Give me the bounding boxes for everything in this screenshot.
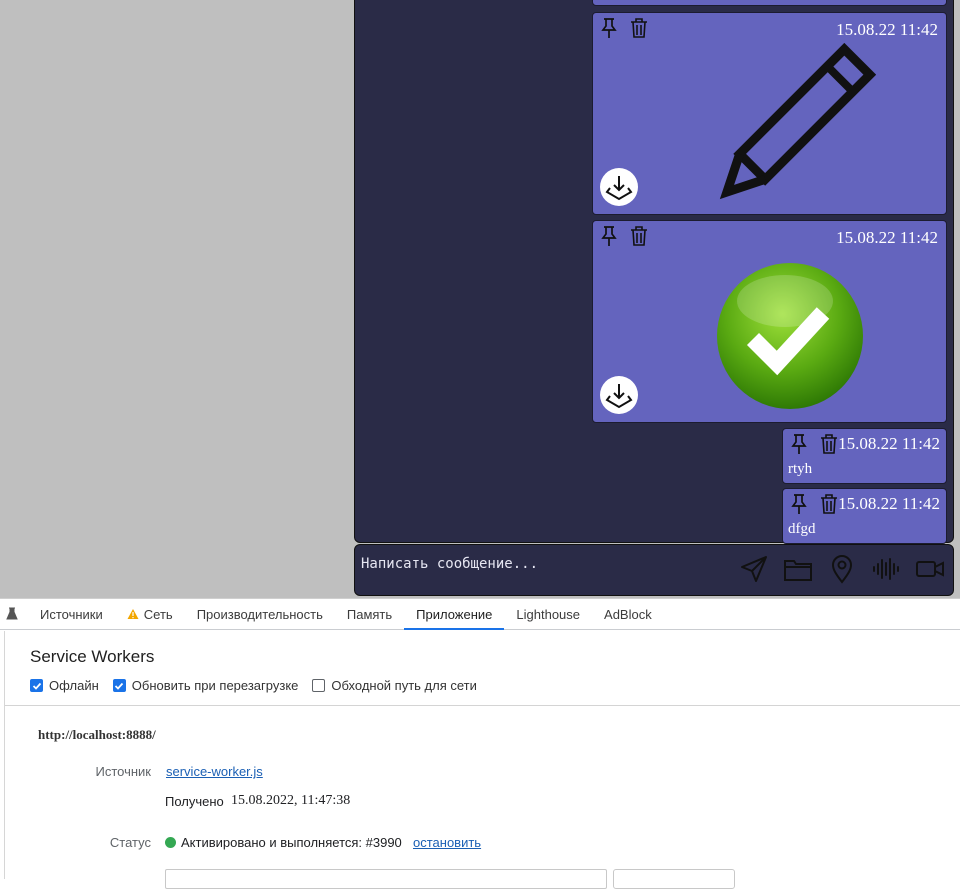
received-label: Получено — [165, 794, 224, 809]
source-label: Источник — [95, 764, 152, 779]
page-viewport: 15.08.22 11:42 15.08.22 11:42 15.08.22 1… — [0, 0, 960, 598]
chat-message-partial — [592, 0, 947, 6]
trash-icon[interactable] — [819, 493, 839, 515]
stop-worker-link[interactable]: остановить — [413, 835, 481, 850]
source-link[interactable]: service-worker.js — [166, 764, 263, 779]
green-checkmark-image — [717, 263, 863, 409]
warning-icon — [127, 609, 139, 619]
status-indicator-icon — [165, 837, 176, 848]
checkbox-label: Обходной путь для сети — [331, 678, 477, 693]
message-text: rtyh — [788, 461, 813, 477]
received-value: 15.08.2022, 11:47:38 — [231, 793, 351, 808]
push-button[interactable] — [613, 869, 735, 889]
download-button[interactable] — [600, 168, 638, 206]
pencil-image — [719, 43, 876, 200]
status-value: Активировано и выполняется: #3990 — [165, 835, 402, 850]
message-composer — [354, 544, 954, 596]
service-worker-options: Офлайн Обновить при перезагрузке Обходно… — [30, 678, 477, 693]
message-timestamp: 15.08.22 11:42 — [838, 494, 940, 513]
chat-message-image: 15.08.22 11:42 — [592, 12, 947, 215]
section-title: Service Workers — [30, 647, 155, 666]
chat-message-area[interactable]: 15.08.22 11:42 15.08.22 11:42 15.08.22 1… — [354, 0, 954, 544]
send-icon[interactable] — [739, 554, 769, 584]
folder-icon[interactable] — [783, 554, 813, 584]
worker-origin: http://localhost:8888/ — [38, 727, 156, 742]
update-on-reload-checkbox[interactable]: Обновить при перезагрузке — [112, 678, 299, 693]
trash-icon[interactable] — [629, 225, 649, 247]
tab-memory[interactable]: Память — [335, 599, 404, 630]
bypass-network-checkbox[interactable]: Обходной путь для сети — [312, 678, 477, 693]
message-input[interactable] — [361, 551, 741, 577]
checkbox-label: Офлайн — [49, 678, 99, 693]
checkbox-checked-icon — [30, 679, 43, 692]
trash-icon[interactable] — [629, 17, 649, 39]
message-timestamp: 15.08.22 11:42 — [836, 228, 938, 247]
pin-icon[interactable] — [789, 493, 809, 515]
devtools-tab-bar: Источники Сеть Производительность Память… — [0, 599, 960, 630]
devtools-panel: Источники Сеть Производительность Память… — [0, 598, 960, 889]
flask-icon[interactable] — [0, 599, 24, 630]
checkbox-unchecked-icon — [312, 679, 326, 692]
tab-lighthouse[interactable]: Lighthouse — [504, 599, 592, 630]
tab-sources[interactable]: Источники — [28, 599, 115, 630]
pin-icon[interactable] — [599, 225, 619, 247]
tab-adblock[interactable]: AdBlock — [592, 599, 664, 630]
chat-message-text: 15.08.22 11:42 rtyh — [782, 428, 947, 484]
tab-performance[interactable]: Производительность — [185, 599, 335, 630]
download-button[interactable] — [600, 376, 638, 414]
location-icon[interactable] — [827, 554, 857, 584]
trash-icon[interactable] — [819, 433, 839, 455]
push-message-input[interactable] — [165, 869, 607, 889]
tab-network-label: Сеть — [143, 606, 173, 622]
tab-application[interactable]: Приложение — [404, 599, 505, 630]
message-timestamp: 15.08.22 11:42 — [838, 434, 940, 453]
chat-message-text: 15.08.22 11:42 dfgd — [782, 488, 947, 544]
divider — [5, 705, 960, 706]
checkbox-checked-icon — [112, 679, 126, 692]
audio-wave-icon[interactable] — [871, 554, 901, 584]
pin-icon[interactable] — [789, 433, 809, 455]
chat-message-image: 15.08.22 11:42 — [592, 220, 947, 423]
service-workers-pane: Service Workers Офлайн Обновить при пере… — [4, 631, 960, 889]
checkbox-label: Обновить при перезагрузке — [131, 678, 299, 693]
status-label: Статус — [109, 835, 151, 850]
offline-checkbox[interactable]: Офлайн — [30, 678, 99, 693]
pin-icon[interactable] — [599, 17, 619, 39]
message-text: dfgd — [788, 521, 816, 537]
tab-network[interactable]: Сеть — [115, 599, 185, 630]
video-camera-icon[interactable] — [915, 554, 945, 584]
message-timestamp: 15.08.22 11:42 — [836, 20, 938, 39]
status-text: Активировано и выполняется: #3990 — [181, 835, 402, 850]
